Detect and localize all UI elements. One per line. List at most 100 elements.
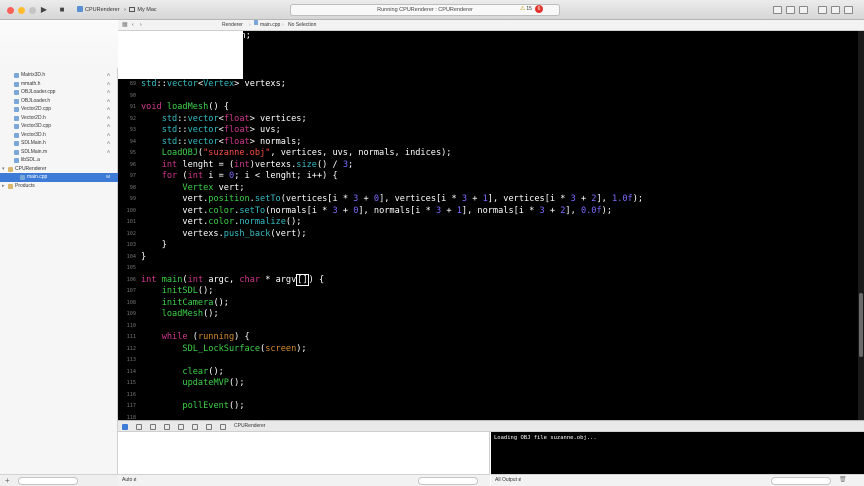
- line-number: 115: [126, 380, 136, 386]
- navigator-item-label: Vector3D.h: [21, 131, 46, 138]
- source-control-status: A: [106, 140, 110, 145]
- source-control-status: A: [106, 123, 110, 128]
- navigator-item[interactable]: Vector3D.cpp A: [0, 122, 118, 131]
- file-icon: [14, 141, 19, 146]
- code-line: pollEvent();: [182, 401, 245, 411]
- editor-scrollbar[interactable]: [858, 31, 864, 420]
- close-window-button[interactable]: [7, 7, 14, 14]
- line-number: 95: [129, 150, 136, 156]
- navigator-item-label: main.cpp: [27, 174, 48, 180]
- hide-debug-area-icon[interactable]: [122, 424, 128, 430]
- chevron-right-icon: ›: [249, 22, 251, 28]
- assistant-editor-icon[interactable]: [786, 6, 795, 14]
- code-line: }: [141, 251, 147, 262]
- add-icon[interactable]: +: [5, 476, 10, 485]
- line-number: 98: [129, 184, 136, 191]
- file-icon: [14, 124, 19, 129]
- navigator-item[interactable]: OBJLoader.h A: [0, 97, 118, 106]
- navigator-item[interactable]: Vector2D.h A: [0, 114, 118, 123]
- navigator-toggle-icon[interactable]: [818, 6, 827, 14]
- minimize-window-button[interactable]: [18, 7, 25, 14]
- stop-icon[interactable]: ■: [58, 5, 66, 15]
- code-line: SDL_LockSurface(screen);: [182, 343, 307, 354]
- navigator-item-label: Matrix3D.h: [21, 72, 46, 78]
- line-number: 90: [129, 92, 136, 99]
- navigator-item[interactable]: mmath.h A: [0, 80, 118, 89]
- navigator-filter-input[interactable]: [18, 477, 78, 485]
- utilities-toggle-icon[interactable]: [844, 6, 853, 14]
- navigator-item[interactable]: Vector2D.cpp A: [0, 105, 118, 114]
- forward-icon[interactable]: ›: [140, 20, 142, 31]
- code-line: clear();: [182, 366, 224, 377]
- navigator-item-label: SDLMain.m: [21, 148, 48, 155]
- navigator-item[interactable]: Vector3D.h A: [0, 131, 118, 140]
- console-filter-select[interactable]: All Output ≢: [495, 475, 523, 486]
- navigator-item[interactable]: SDLMain.h A: [0, 139, 118, 148]
- debug-area-toggle-icon[interactable]: [831, 6, 840, 14]
- line-number: 91: [129, 104, 136, 110]
- code-area[interactable]: tion; r; std::vector<Vertex> vertexs; vo…: [118, 31, 858, 420]
- trash-icon[interactable]: 🗑: [839, 475, 847, 486]
- jump-bar-group[interactable]: Renderer: [222, 20, 243, 31]
- standard-editor-icon[interactable]: [773, 6, 782, 14]
- error-badge[interactable]: 6: [535, 5, 543, 13]
- jump-bar: ▦ ‹ › Renderer › main.cpp › No Selection: [118, 20, 864, 31]
- warning-icon[interactable]: ⚠15: [520, 5, 532, 12]
- line-number: 101: [126, 219, 136, 225]
- disclosure-triangle-icon[interactable]: ▸: [2, 182, 5, 191]
- view-debugger-icon[interactable]: [206, 424, 212, 430]
- navigator-item[interactable]: OBJLoader.cpp A: [0, 88, 118, 97]
- code-line: vert.color.setTo(normals[i * 3 + 0], nor…: [141, 205, 612, 216]
- console-search-input[interactable]: [771, 477, 831, 485]
- variables-footer: Auto ≢: [118, 474, 490, 486]
- console-footer: All Output ≢ 🗑: [491, 474, 864, 486]
- source-control-status: M: [106, 174, 110, 179]
- related-items-icon[interactable]: ▦: [122, 20, 128, 31]
- navigator-item[interactable]: ▸ Products: [0, 182, 118, 191]
- zoom-window-button[interactable]: [29, 7, 36, 14]
- navigator-header: [0, 20, 118, 68]
- pause-icon[interactable]: [150, 424, 156, 430]
- line-number: 109: [126, 311, 136, 317]
- scheme-target[interactable]: CPURenderer: [77, 5, 120, 15]
- navigator-item[interactable]: Matrix3D.h A: [0, 71, 118, 80]
- back-icon[interactable]: ‹: [132, 20, 134, 31]
- simulate-location-icon[interactable]: [220, 424, 226, 430]
- source-editor[interactable]: tion; r; std::vector<Vertex> vertexs; vo…: [118, 31, 858, 420]
- breakpoints-icon[interactable]: [136, 424, 142, 430]
- navigator-item[interactable]: ▾ CPURenderer: [0, 165, 118, 174]
- computer-icon: [129, 7, 136, 12]
- navigator-item-label: CPURenderer: [15, 165, 47, 172]
- scroll-thumb[interactable]: [859, 293, 863, 357]
- step-over-icon[interactable]: [164, 424, 170, 430]
- line-number: 103: [126, 242, 136, 248]
- code-line: std::vector<float> vertices;: [161, 113, 307, 124]
- step-out-icon[interactable]: [192, 424, 198, 430]
- file-icon: [14, 107, 19, 112]
- code-line: for (int i = 0; i < lenght; i++) {: [161, 171, 338, 181]
- code-line: updateMVP();: [182, 378, 245, 388]
- navigator-item[interactable]: libSDL.a: [0, 156, 118, 165]
- code-line: void loadMesh() {: [141, 102, 229, 112]
- navigator-item[interactable]: main.cpp M: [0, 173, 118, 182]
- jump-bar-file[interactable]: main.cpp: [260, 20, 280, 31]
- step-into-icon[interactable]: [178, 424, 184, 430]
- chevron-right-icon: ›: [282, 22, 284, 28]
- file-list: Matrix3D.h Ammath.h A OBJLoader.cpp A OBJLoad…: [0, 71, 118, 190]
- navigator-item[interactable]: SDLMain.m A: [0, 148, 118, 157]
- variables-filter-select[interactable]: Auto ≢: [122, 475, 139, 486]
- scheme-device[interactable]: › My Mac: [124, 5, 157, 15]
- run-icon[interactable]: ▶: [40, 5, 48, 15]
- project-navigator: Matrix3D.h Ammath.h A OBJLoader.cpp A OBJLoad…: [0, 20, 118, 486]
- version-editor-icon[interactable]: [799, 6, 808, 14]
- file-icon: [14, 115, 19, 121]
- jump-bar-selection[interactable]: No Selection: [288, 20, 316, 31]
- source-control-status: A: [106, 148, 110, 154]
- line-number: 110: [126, 322, 136, 329]
- code-line: vertexs.push_back(vert);: [141, 228, 307, 239]
- line-number: 102: [126, 230, 136, 237]
- variables-search-input[interactable]: [418, 477, 478, 485]
- disclosure-triangle-icon[interactable]: ▾: [2, 165, 5, 174]
- line-number: 99: [129, 196, 136, 202]
- line-number: 106: [126, 276, 136, 283]
